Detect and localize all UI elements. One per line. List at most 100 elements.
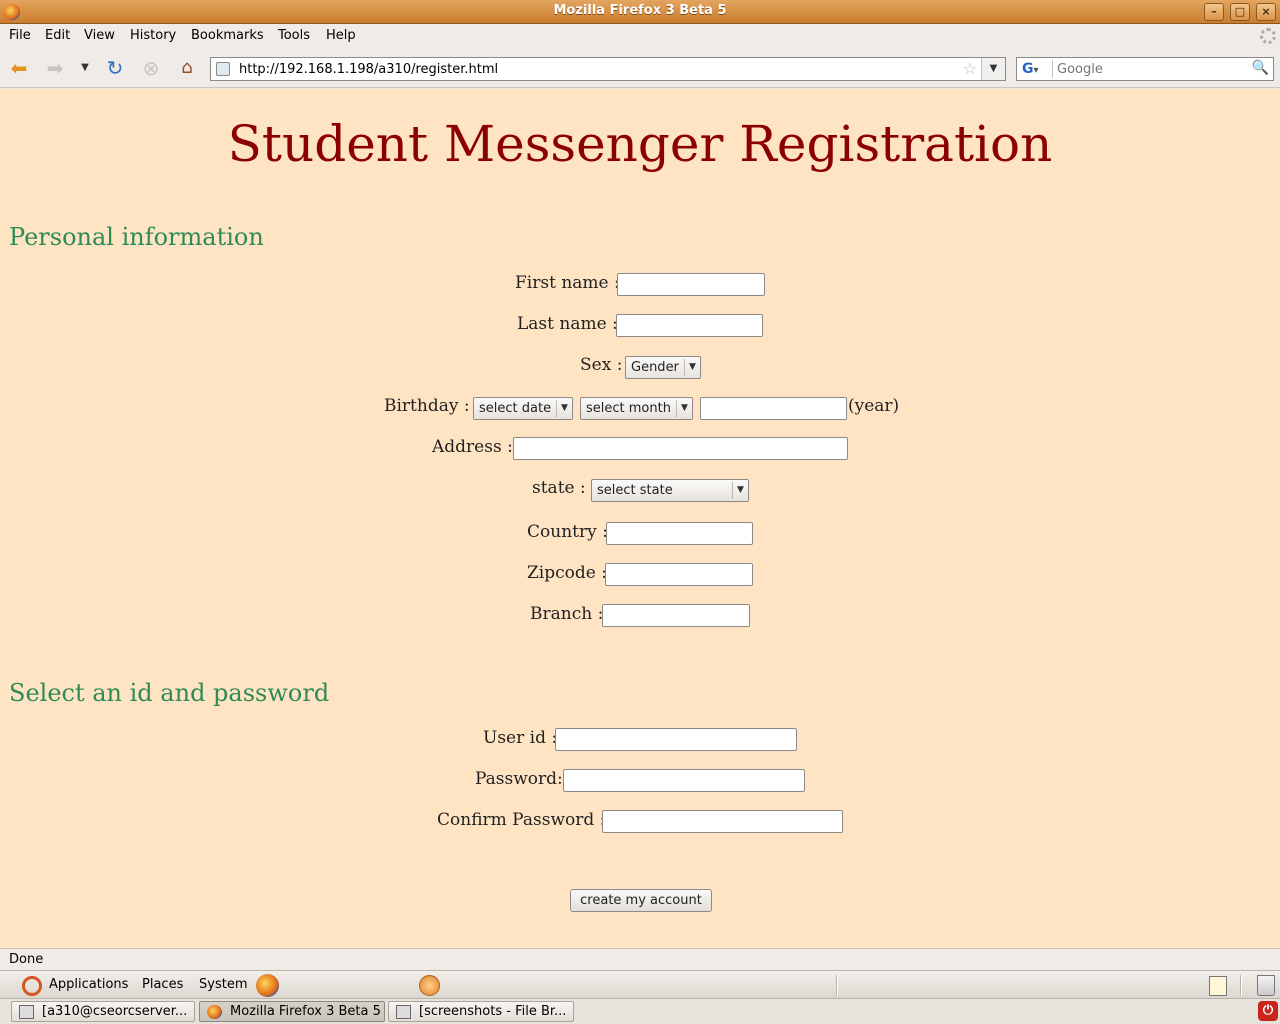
userid-label: User id :	[483, 728, 558, 748]
power-icon[interactable]: ⏻	[1258, 1001, 1278, 1021]
first-name-row: First name :	[0, 273, 1280, 299]
menu-file[interactable]: File	[9, 28, 31, 43]
close-button[interactable]: ×	[1256, 3, 1276, 21]
status-bar: Done	[0, 948, 1280, 970]
home-icon[interactable]: ⌂	[174, 56, 200, 80]
ubuntu-logo-icon[interactable]	[22, 976, 42, 996]
search-bar[interactable]: G▾ 🔍	[1016, 57, 1274, 81]
state-select[interactable]: select state ▼	[591, 479, 749, 502]
state-label: state :	[532, 478, 586, 498]
task-label: [screenshots - File Br...	[419, 1004, 567, 1019]
history-dropdown-icon[interactable]: ▼	[72, 56, 98, 80]
task-label: Mozilla Firefox 3 Beta 5	[230, 1004, 381, 1019]
menu-view[interactable]: View	[84, 28, 115, 43]
section-personal-heading: Personal information	[9, 223, 264, 251]
panel-system-menu[interactable]: System	[199, 977, 247, 992]
confirm-password-label: Confirm Password :	[437, 810, 606, 830]
confirm-password-input[interactable]	[602, 810, 843, 833]
task-firefox[interactable]: Mozilla Firefox 3 Beta 5	[199, 1001, 385, 1022]
stop-icon[interactable]: ⊗	[138, 56, 164, 80]
search-input[interactable]	[1057, 60, 1251, 78]
address-row: Address :	[0, 437, 1280, 463]
back-arrow-icon[interactable]: ⬅	[6, 56, 32, 80]
menu-tools[interactable]: Tools	[278, 28, 310, 43]
address-label: Address :	[432, 437, 513, 457]
chevron-down-icon: ▼	[676, 400, 692, 417]
date-select-value: select date	[479, 401, 552, 416]
bookmark-star-icon[interactable]: ☆	[963, 59, 977, 78]
birthday-label: Birthday :	[384, 396, 470, 416]
month-select-value: select month	[586, 401, 671, 416]
forward-arrow-icon[interactable]: ➡	[42, 56, 68, 80]
desktop-panel: Applications Places System	[0, 970, 1280, 999]
menu-bar: File Edit View History Bookmarks Tools H…	[0, 24, 1280, 48]
page-content: Student Messenger Registration Personal …	[0, 89, 1280, 948]
year-input[interactable]	[700, 397, 847, 420]
state-select-value: select state	[597, 483, 673, 498]
address-input[interactable]	[513, 437, 848, 460]
update-notifier-icon[interactable]	[419, 975, 440, 996]
last-name-label: Last name :	[517, 314, 618, 334]
panel-separator	[1240, 975, 1242, 996]
gender-select-value: Gender	[631, 360, 679, 375]
panel-applications-menu[interactable]: Applications	[49, 977, 128, 992]
firefox-launcher-icon[interactable]	[256, 974, 279, 997]
userid-input[interactable]	[555, 728, 797, 751]
window-title: Mozilla Firefox 3 Beta 5	[553, 3, 727, 18]
branch-row: Branch :	[0, 604, 1280, 630]
task-label: [a310@cseorcserver...	[42, 1004, 188, 1019]
country-row: Country :	[0, 522, 1280, 548]
menu-history[interactable]: History	[130, 28, 176, 43]
chevron-down-icon: ▼	[556, 400, 572, 417]
country-label: Country :	[527, 522, 608, 542]
menu-bookmarks[interactable]: Bookmarks	[191, 28, 264, 43]
chevron-down-icon: ▼	[732, 482, 748, 499]
url-text[interactable]: http://192.168.1.198/a310/register.html	[239, 62, 498, 77]
first-name-label: First name :	[515, 273, 620, 293]
menu-edit[interactable]: Edit	[45, 28, 70, 43]
site-identity-icon[interactable]	[216, 62, 230, 76]
month-select[interactable]: select month ▼	[580, 397, 693, 420]
trash-icon[interactable]	[1257, 975, 1275, 996]
page-title: Student Messenger Registration	[227, 115, 1053, 173]
birthday-row: Birthday : select date ▼ select month ▼ …	[0, 396, 1280, 422]
year-suffix-label: (year)	[848, 396, 900, 416]
password-label: Password:	[475, 769, 563, 789]
throbber-icon	[1260, 28, 1276, 44]
gender-select[interactable]: Gender ▼	[625, 356, 701, 379]
chevron-down-icon: ▼	[684, 359, 700, 376]
minimize-button[interactable]: –	[1204, 3, 1224, 21]
maximize-button[interactable]: □	[1230, 3, 1250, 21]
menu-help[interactable]: Help	[326, 28, 356, 43]
last-name-input[interactable]	[616, 314, 763, 337]
window-titlebar: Mozilla Firefox 3 Beta 5 – □ ×	[0, 0, 1280, 24]
panel-places-menu[interactable]: Places	[142, 977, 183, 992]
search-engine-icon[interactable]: G▾	[1019, 60, 1053, 78]
first-name-input[interactable]	[617, 273, 765, 296]
create-account-button[interactable]: create my account	[570, 889, 712, 912]
panel-separator	[836, 975, 838, 996]
url-bar[interactable]: http://192.168.1.198/a310/register.html …	[210, 57, 1006, 81]
reload-icon[interactable]: ↻	[102, 56, 128, 80]
sex-label: Sex :	[580, 355, 623, 375]
notes-icon[interactable]	[1209, 976, 1227, 996]
branch-label: Branch :	[530, 604, 604, 624]
password-row: Password:	[0, 769, 1280, 795]
country-input[interactable]	[606, 522, 753, 545]
search-icon[interactable]: 🔍	[1252, 60, 1269, 76]
userid-row: User id :	[0, 728, 1280, 754]
firefox-icon	[207, 1005, 222, 1019]
status-text: Done	[9, 952, 44, 967]
terminal-icon	[19, 1005, 34, 1019]
password-input[interactable]	[563, 769, 805, 792]
zipcode-label: Zipcode :	[527, 563, 607, 583]
branch-input[interactable]	[602, 604, 750, 627]
url-dropdown-button[interactable]: ▼	[981, 58, 1005, 80]
taskbar: [a310@cseorcserver... Mozilla Firefox 3 …	[0, 999, 1280, 1024]
task-terminal[interactable]: [a310@cseorcserver...	[11, 1001, 195, 1022]
confirm-password-row: Confirm Password :	[0, 810, 1280, 836]
file-browser-icon	[396, 1005, 411, 1019]
task-file-browser[interactable]: [screenshots - File Br...	[388, 1001, 574, 1022]
date-select[interactable]: select date ▼	[473, 397, 573, 420]
zipcode-input[interactable]	[605, 563, 753, 586]
